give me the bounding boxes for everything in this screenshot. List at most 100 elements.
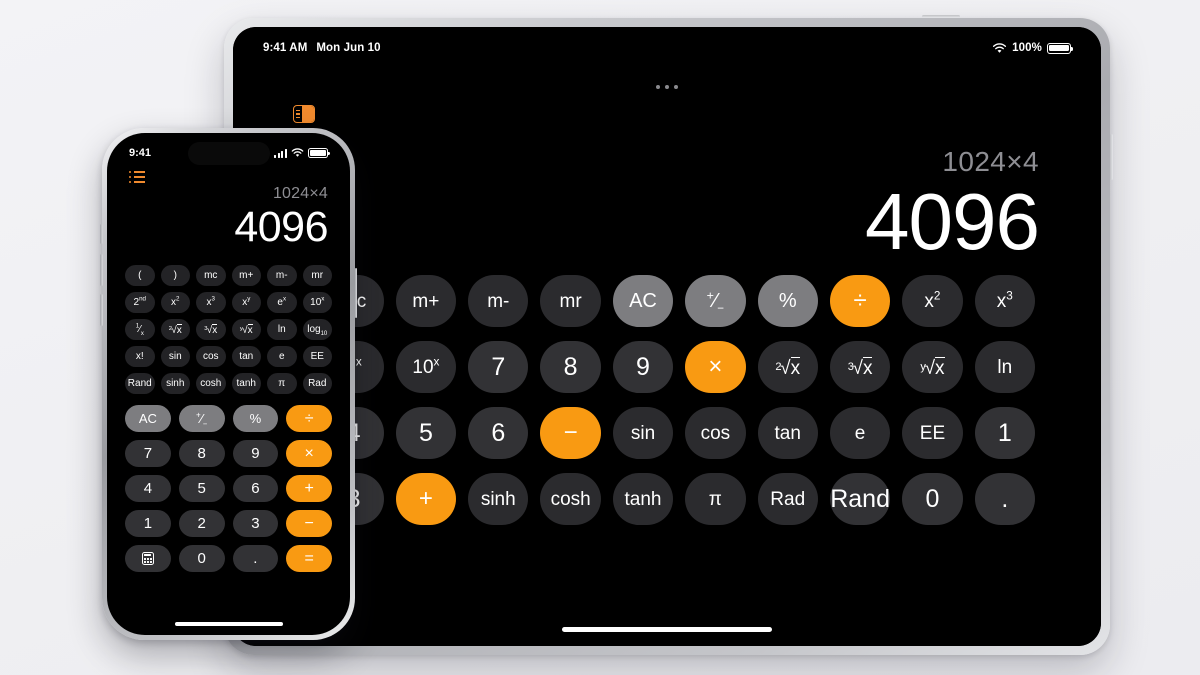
ipad-volume-button[interactable] xyxy=(922,15,960,18)
key-memory-add[interactable]: m+ xyxy=(395,275,457,327)
key-digit-3[interactable]: 3 xyxy=(232,510,279,537)
ipad-home-indicator[interactable] xyxy=(562,627,772,632)
key-label: 0 xyxy=(925,484,940,513)
key-x-squared[interactable]: x2 xyxy=(902,275,963,327)
key-tangent[interactable]: tan xyxy=(757,407,818,459)
key-e-to-the-x[interactable]: ex xyxy=(267,292,297,313)
key-cube-root[interactable]: 3 √ x xyxy=(829,341,891,393)
key-square-root[interactable]: 2 √ x xyxy=(757,341,818,393)
key-paren-close[interactable]: ) xyxy=(160,265,190,286)
key-reciprocal[interactable]: 1⁄x xyxy=(125,319,155,340)
key-euler-number[interactable]: e xyxy=(829,407,891,459)
key-memory-recall[interactable]: mr xyxy=(302,265,332,286)
key-digit-8[interactable]: 8 xyxy=(178,440,225,467)
sidebar-toggle-icon[interactable] xyxy=(293,105,315,123)
key-hyperbolic-tangent[interactable]: tanh xyxy=(612,473,674,525)
key-pi[interactable]: π xyxy=(267,373,297,394)
key-subtract[interactable]: − xyxy=(286,510,332,537)
key-sign-toggle[interactable]: +⁄− xyxy=(178,405,225,432)
key-x-cubed[interactable]: x3 xyxy=(196,292,226,313)
key-divide[interactable]: ÷ xyxy=(286,405,332,432)
key-log-base-10[interactable]: log10 xyxy=(302,319,332,340)
key-x-cubed[interactable]: x3 xyxy=(974,275,1035,327)
key-euler-number[interactable]: e xyxy=(267,346,297,367)
key-ten-to-the-x[interactable]: 10x xyxy=(302,292,332,313)
key-subtract[interactable]: − xyxy=(540,407,601,459)
key-second-functions[interactable]: 2nd xyxy=(125,292,155,313)
key-digit-6[interactable]: 6 xyxy=(468,407,529,459)
key-yth-root[interactable]: y √ x xyxy=(231,319,261,340)
key-digit-5[interactable]: 5 xyxy=(178,475,225,502)
key-natural-log[interactable]: ln xyxy=(974,341,1035,393)
key-random[interactable]: Rand xyxy=(125,373,155,394)
key-all-clear[interactable]: AC xyxy=(612,275,674,327)
ipad-power-button[interactable] xyxy=(1110,134,1113,180)
iphone-action-button[interactable] xyxy=(100,224,103,244)
key-divide[interactable]: ÷ xyxy=(829,275,891,327)
key-yth-root[interactable]: y √ x xyxy=(902,341,963,393)
key-add[interactable]: + xyxy=(395,473,457,525)
iphone-volume-up-button[interactable] xyxy=(100,254,103,286)
key-percent[interactable]: % xyxy=(232,405,279,432)
key-ten-to-the-x[interactable]: 10x xyxy=(395,341,457,393)
key-decimal-point[interactable]: . xyxy=(232,545,279,572)
key-hyperbolic-cosine[interactable]: cosh xyxy=(196,373,226,394)
calculator-icon xyxy=(141,552,154,565)
key-add[interactable]: + xyxy=(286,475,332,502)
key-digit-9[interactable]: 9 xyxy=(232,440,279,467)
key-hyperbolic-tangent[interactable]: tanh xyxy=(231,373,261,394)
key-digit-2[interactable]: 2 xyxy=(178,510,225,537)
key-random[interactable]: Rand xyxy=(829,473,891,525)
key-exponent-entry[interactable]: EE xyxy=(302,346,332,367)
key-cube-root[interactable]: 3 √ x xyxy=(196,319,226,340)
key-digit-7[interactable]: 7 xyxy=(468,341,529,393)
key-tangent[interactable]: tan xyxy=(231,346,261,367)
key-digit-0[interactable]: 0 xyxy=(178,545,225,572)
key-sine[interactable]: sin xyxy=(160,346,190,367)
key-memory-subtract[interactable]: m- xyxy=(468,275,529,327)
key-hyperbolic-sine[interactable]: sinh xyxy=(468,473,529,525)
key-all-clear[interactable]: AC xyxy=(125,405,171,432)
key-digit-5[interactable]: 5 xyxy=(395,407,457,459)
key-percent[interactable]: % xyxy=(757,275,818,327)
key-sine[interactable]: sin xyxy=(612,407,674,459)
key-calculator-mode[interactable] xyxy=(125,545,171,572)
key-cosine[interactable]: cos xyxy=(196,346,226,367)
iphone-home-indicator[interactable] xyxy=(174,622,283,626)
key-digit-4[interactable]: 4 xyxy=(125,475,171,502)
key-equals[interactable]: = xyxy=(286,545,332,572)
key-cosine[interactable]: cos xyxy=(685,407,746,459)
history-list-icon[interactable] xyxy=(129,171,145,183)
key-x-squared[interactable]: x2 xyxy=(160,292,190,313)
key-exponent-entry[interactable]: EE xyxy=(902,407,963,459)
key-memory-subtract[interactable]: m- xyxy=(267,265,297,286)
key-sign-toggle[interactable]: +⁄− xyxy=(685,275,746,327)
key-memory-add[interactable]: m+ xyxy=(231,265,261,286)
key-x-to-the-y[interactable]: xy xyxy=(231,292,261,313)
key-multiply[interactable]: × xyxy=(286,440,332,467)
iphone-display: 1024×4 4096 xyxy=(234,185,328,251)
key-digit-9[interactable]: 9 xyxy=(612,341,674,393)
key-digit-8[interactable]: 8 xyxy=(540,341,601,393)
key-natural-log[interactable]: ln xyxy=(267,319,297,340)
key-digit-7[interactable]: 7 xyxy=(125,440,171,467)
key-radians-toggle[interactable]: Rad xyxy=(302,373,332,394)
key-multiply[interactable]: × xyxy=(685,341,746,393)
key-hyperbolic-cosine[interactable]: cosh xyxy=(540,473,601,525)
key-decimal-point[interactable]: . xyxy=(974,473,1035,525)
key-memory-recall[interactable]: mr xyxy=(540,275,601,327)
multitasking-dots-icon[interactable] xyxy=(656,85,678,89)
key-hyperbolic-sine[interactable]: sinh xyxy=(160,373,190,394)
key-pi[interactable]: π xyxy=(685,473,746,525)
key-digit-1[interactable]: 1 xyxy=(125,510,171,537)
key-square-root[interactable]: 2 √ x xyxy=(160,319,190,340)
key-digit-0[interactable]: 0 xyxy=(902,473,963,525)
key-radians-toggle[interactable]: Rad xyxy=(757,473,818,525)
iphone-volume-down-button[interactable] xyxy=(100,294,103,326)
iphone-power-button[interactable] xyxy=(354,268,357,318)
key-paren-open[interactable]: ( xyxy=(125,265,155,286)
key-digit-1[interactable]: 1 xyxy=(974,407,1035,459)
key-digit-6[interactable]: 6 xyxy=(232,475,279,502)
key-memory-clear[interactable]: mc xyxy=(196,265,226,286)
key-factorial[interactable]: x! xyxy=(125,346,155,367)
